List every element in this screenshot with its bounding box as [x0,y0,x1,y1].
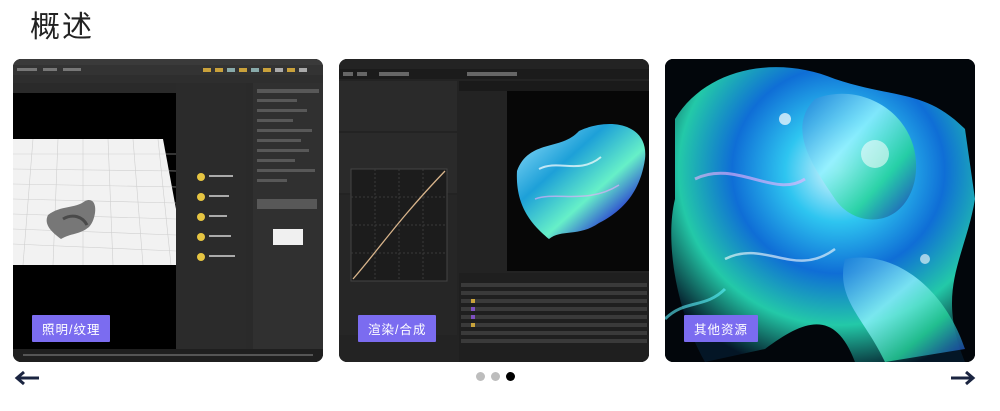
slide-label: 其他资源 [684,315,759,342]
carousel-pagination [476,372,515,381]
pagination-dot-active[interactable] [506,372,515,381]
arrow-left-icon[interactable] [14,370,40,386]
arrow-right-icon[interactable] [950,370,976,386]
carousel-slide-lighting[interactable]: 照明/纹理 [13,59,323,362]
carousel-slide-rendering[interactable]: 渲染/合成 [339,59,649,362]
carousel-slide-resources[interactable]: 其他资源 [665,59,975,362]
page-title: 概述 [30,11,94,44]
pagination-dot[interactable] [491,372,500,381]
slide-label: 渲染/合成 [358,315,437,342]
slide-label: 照明/纹理 [32,315,111,342]
pagination-dot[interactable] [476,372,485,381]
